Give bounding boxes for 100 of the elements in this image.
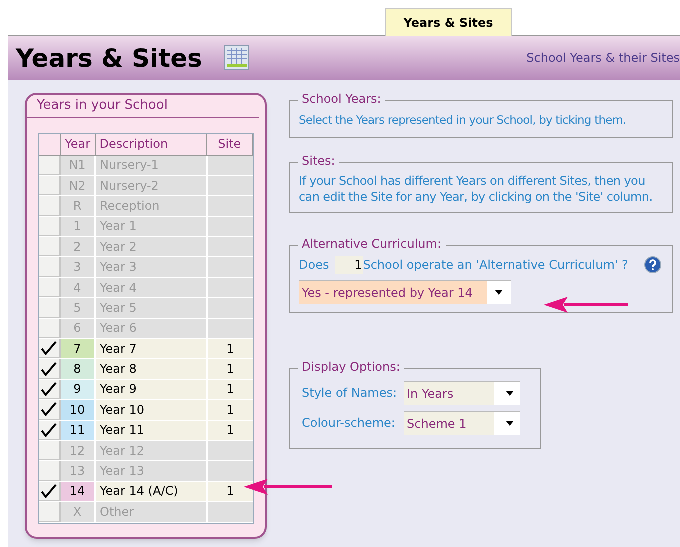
table-cell: 7 xyxy=(61,339,96,358)
column-header: Description xyxy=(96,134,208,154)
checkbox[interactable] xyxy=(39,380,61,400)
table-cell: 1 xyxy=(208,359,253,379)
table-cell: Other xyxy=(96,502,208,522)
checkbox[interactable] xyxy=(39,196,61,216)
checkbox[interactable] xyxy=(39,339,61,358)
table-cell xyxy=(208,461,253,481)
table-cell xyxy=(208,440,253,460)
table-cell: Year 10 xyxy=(96,400,208,420)
checkbox[interactable] xyxy=(39,237,61,256)
caret-icon xyxy=(495,290,503,295)
table-cell: 9 xyxy=(61,380,96,400)
dropdown-value: Scheme 1 xyxy=(404,412,494,435)
table-cell: N2 xyxy=(61,176,96,196)
group-legend: Sites: xyxy=(298,155,340,167)
checkbox[interactable] xyxy=(39,318,61,338)
table-cell: Year 12 xyxy=(96,440,208,460)
table-cell: Year 7 xyxy=(96,339,208,358)
group-legend: Display Options: xyxy=(298,361,404,373)
instruction-text: If your School has different Years on different Sites, then you can edit the Site for any Year, by clicking on the 'Site' column. xyxy=(299,173,654,205)
table-cell xyxy=(208,298,253,318)
table-cell: Year 11 xyxy=(96,420,208,440)
dropdown[interactable]: In Years xyxy=(404,381,520,405)
table-cell: Year 8 xyxy=(96,359,208,379)
table-cell: N1 xyxy=(61,156,96,175)
table-cell: Year 4 xyxy=(96,278,208,298)
checkbox[interactable] xyxy=(39,440,61,460)
instruction-text: Select the Years represented in your School, by ticking them. xyxy=(299,112,628,128)
table-cell xyxy=(208,196,253,216)
checkbox[interactable] xyxy=(39,156,61,175)
table-cell xyxy=(208,176,253,196)
page-title: Years & Sites xyxy=(16,46,202,70)
table-cell xyxy=(208,237,253,256)
table-cell: 1 xyxy=(208,482,253,502)
table-cell xyxy=(208,318,253,338)
panel-title: Years in your School xyxy=(27,95,259,118)
table-cell: Year 3 xyxy=(96,257,208,277)
grid-icon xyxy=(224,45,250,71)
checkbox[interactable] xyxy=(39,400,61,420)
table-cell: 11 xyxy=(61,420,96,440)
caret-icon xyxy=(506,391,514,396)
field-label: Colour-scheme: xyxy=(302,415,396,432)
help-icon[interactable] xyxy=(644,256,662,274)
dropdown[interactable]: Scheme 1 xyxy=(404,411,520,435)
table-cell: 2 xyxy=(61,237,96,256)
table-cell: 1 xyxy=(208,420,253,440)
table-cell: Nursery-1 xyxy=(96,156,208,175)
table-cell: 12 xyxy=(61,440,96,460)
table-cell: 10 xyxy=(61,400,96,420)
column-header: Year xyxy=(60,134,96,154)
checkbox[interactable] xyxy=(39,420,61,440)
table-cell xyxy=(208,278,253,298)
checkbox[interactable] xyxy=(39,502,61,522)
checkbox[interactable] xyxy=(39,359,61,379)
table-cell: 4 xyxy=(61,278,96,298)
checkbox[interactable] xyxy=(39,278,61,298)
table-cell: Nursery-2 xyxy=(96,176,208,196)
group-legend: Alternative Curriculum: xyxy=(298,238,446,250)
checkbox[interactable] xyxy=(39,216,61,236)
table-cell xyxy=(208,156,253,175)
table-cell: 1 xyxy=(208,339,253,358)
tab[interactable]: Years & Sites xyxy=(385,8,512,36)
table-cell: Year 2 xyxy=(96,237,208,256)
dropdown-value: Yes - represented by Year 14 xyxy=(299,281,487,304)
group-legend: School Years: xyxy=(298,93,386,105)
table-cell: X xyxy=(61,502,96,522)
table-cell: 8 xyxy=(61,359,96,379)
dropdown-value: In Years xyxy=(404,382,494,405)
table-cell xyxy=(208,502,253,522)
table-cell: Year 1 xyxy=(96,216,208,236)
table-cell: Year 13 xyxy=(96,461,208,481)
field-label: Style of Names: xyxy=(302,385,398,402)
checkbox[interactable] xyxy=(39,461,61,481)
question-text: School operate an 'Alternative Curriculum' ? xyxy=(363,257,628,274)
table-cell: Reception xyxy=(96,196,208,216)
checkbox[interactable] xyxy=(39,257,61,277)
table-cell: Year 5 xyxy=(96,298,208,318)
table-cell: 14 xyxy=(61,482,96,502)
table-cell: 1 xyxy=(208,380,253,400)
checkbox[interactable] xyxy=(39,176,61,196)
curriculum-dropdown[interactable]: Yes - represented by Year 14 xyxy=(299,280,511,304)
table-cell: 1 xyxy=(61,216,96,236)
table-cell: R xyxy=(61,196,96,216)
table-cell: 1 xyxy=(208,400,253,420)
table-cell xyxy=(208,216,253,236)
table-cell: Year 6 xyxy=(96,318,208,338)
question-text: Does xyxy=(299,257,330,274)
table-cell: 6 xyxy=(61,318,96,338)
checkbox[interactable] xyxy=(39,298,61,318)
checkbox[interactable] xyxy=(39,482,61,502)
number-field[interactable]: 1 xyxy=(335,256,364,274)
table-cell: 13 xyxy=(61,461,96,481)
table-cell: 5 xyxy=(61,298,96,318)
table-cell: Year 14 (A/C) xyxy=(96,482,208,502)
table-cell xyxy=(208,257,253,277)
column-header: Site xyxy=(207,134,253,154)
caret-icon xyxy=(506,421,514,426)
table-cell: Year 9 xyxy=(96,380,208,400)
table-cell: 3 xyxy=(61,257,96,277)
